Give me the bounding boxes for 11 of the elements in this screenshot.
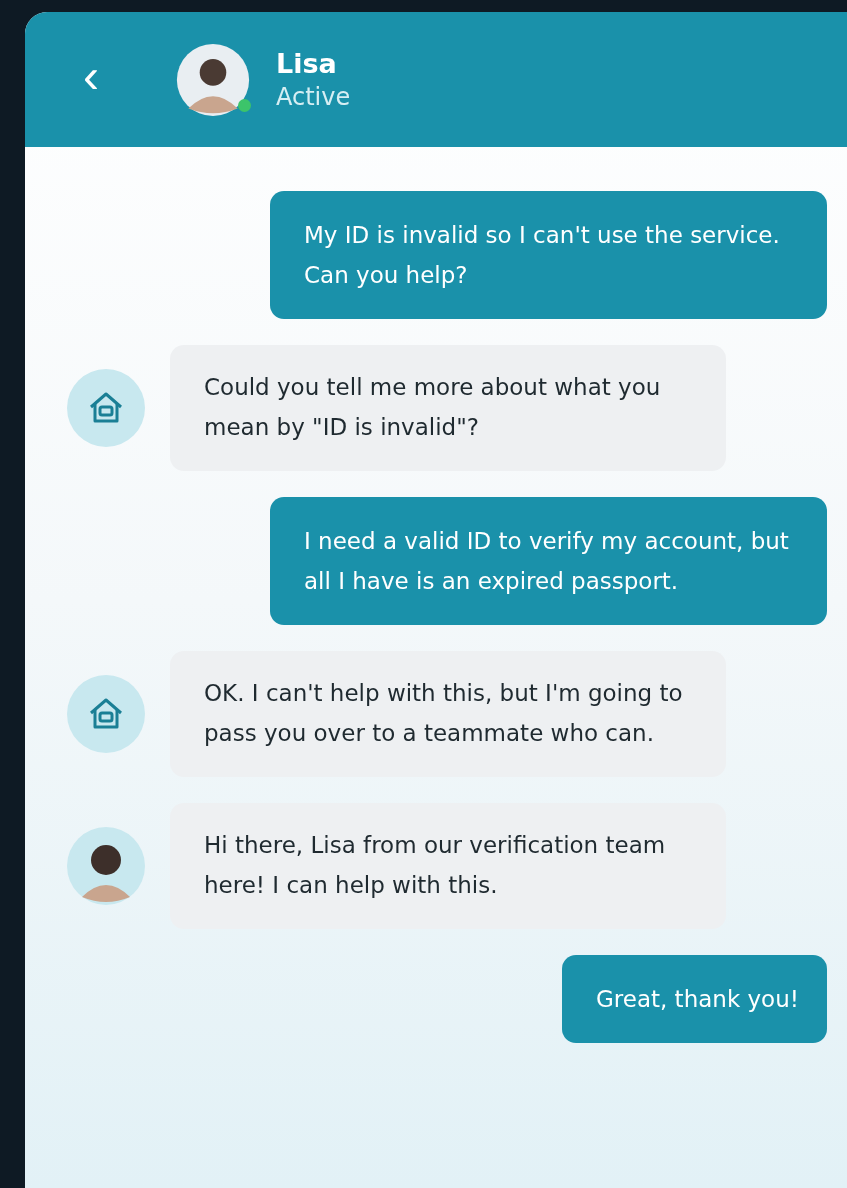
received-message: Could you tell me more about what you mean by "ID is invalid"? — [170, 345, 726, 471]
avatar-silhouette-icon — [175, 41, 251, 118]
avatar-silhouette-icon — [67, 827, 145, 905]
sent-message: I need a valid ID to verify my account, but all I have is an expired passport. — [270, 497, 827, 625]
contact-name: Lisa — [276, 48, 338, 79]
back-button[interactable]: ‹ — [77, 51, 105, 108]
received-message: Hi there, Lisa from our verification team here! I can help with this. — [170, 803, 726, 929]
sent-message: Great, thank you! — [561, 955, 827, 1043]
sent-message: My ID is invalid so I can't use the service. Can you help? — [270, 191, 827, 319]
contact-status: Active — [276, 83, 351, 111]
received-message: OK. I can't help with this, but I'm going to pass you over to a teammate who can. — [170, 651, 726, 777]
